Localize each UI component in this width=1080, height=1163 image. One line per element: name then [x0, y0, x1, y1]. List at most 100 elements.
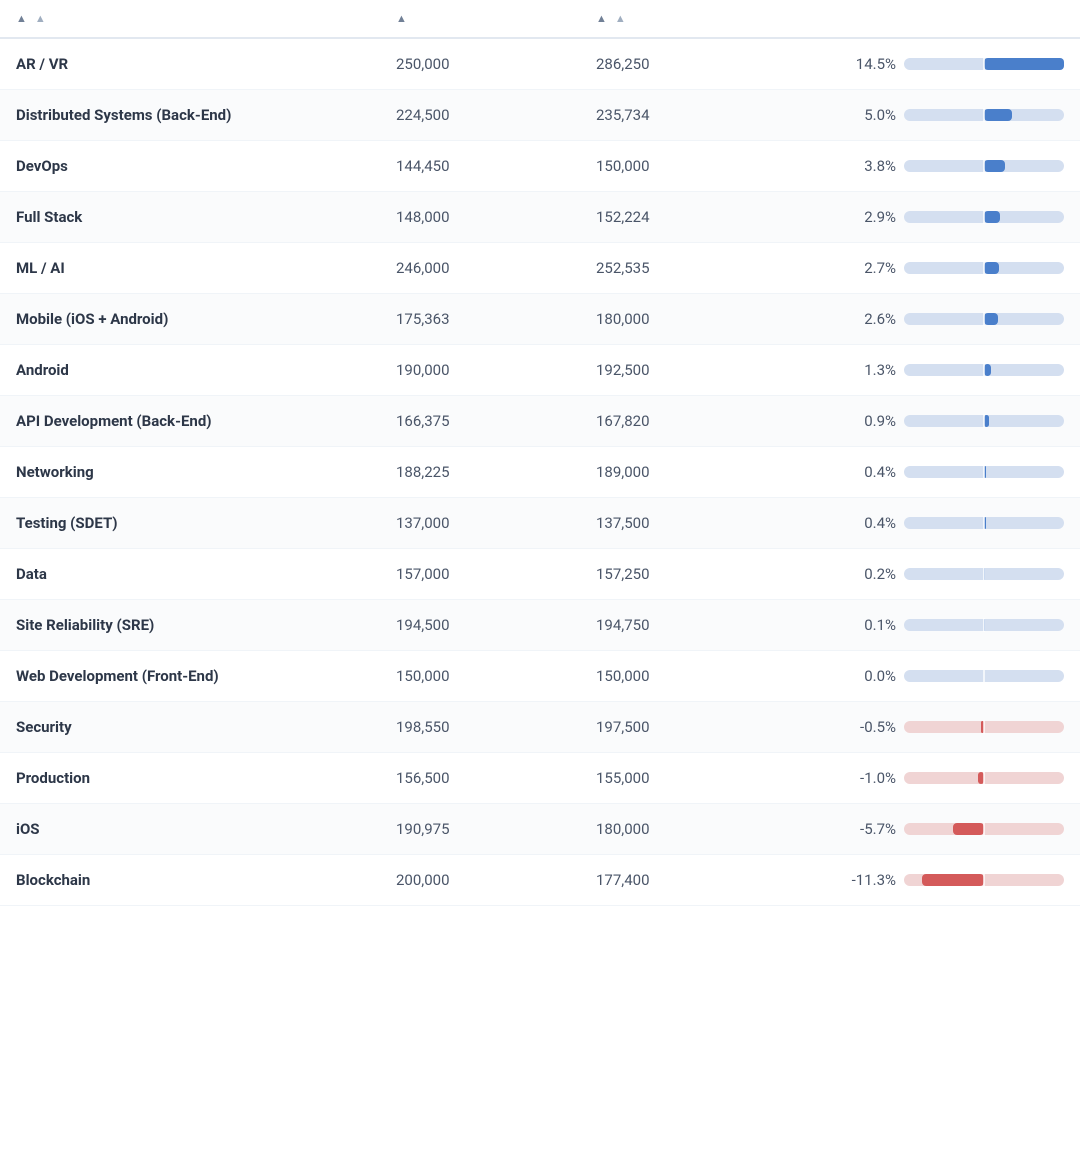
row-val2022: 198,550: [396, 718, 596, 736]
row-val2023: 252,535: [596, 259, 796, 277]
row-pct: 5.0%: [796, 106, 896, 124]
trend-fill: [984, 262, 999, 274]
trend-center-line: [983, 771, 985, 785]
row-val2022: 166,375: [396, 412, 596, 430]
sort-down-icon-2023: ▲: [615, 12, 626, 25]
trend-center-line: [983, 210, 985, 224]
table-row: ML / AI 246,000 252,535 2.7%: [0, 243, 1080, 294]
table-row: Production 156,500 155,000 -1.0%: [0, 753, 1080, 804]
trend-bar: [896, 820, 1064, 838]
row-val2022: 188,225: [396, 463, 596, 481]
trend-bar: [896, 514, 1064, 532]
row-val2022: 194,500: [396, 616, 596, 634]
row-name: Mobile (iOS + Android): [16, 310, 396, 328]
sort-up-icon-2023: ▲: [596, 12, 607, 25]
row-val2022: 156,500: [396, 769, 596, 787]
row-val2023: 137,500: [596, 514, 796, 532]
row-pct: 2.6%: [796, 310, 896, 328]
col-header-2022[interactable]: ▲: [396, 12, 596, 25]
trend-bar-wrapper: [904, 771, 1064, 785]
trend-center-line: [983, 57, 985, 71]
trend-bar-wrapper: [904, 567, 1064, 581]
row-val2023: 180,000: [596, 310, 796, 328]
trend-center-line: [983, 720, 985, 734]
trend-bar-wrapper: [904, 618, 1064, 632]
col-header-name[interactable]: ▲ ▲: [16, 12, 396, 25]
row-name: Web Development (Front-End): [16, 667, 396, 685]
trend-bar: [896, 769, 1064, 787]
row-val2023: 157,250: [596, 565, 796, 583]
row-name: Production: [16, 769, 396, 787]
row-pct: 0.4%: [796, 463, 896, 481]
trend-fill: [984, 364, 991, 376]
trend-fill: [984, 160, 1005, 172]
trend-center-line: [983, 261, 985, 275]
trend-bar-wrapper: [904, 312, 1064, 326]
row-val2023: 235,734: [596, 106, 796, 124]
table-row: Mobile (iOS + Android) 175,363 180,000 2…: [0, 294, 1080, 345]
row-val2023: 189,000: [596, 463, 796, 481]
row-val2022: 157,000: [396, 565, 596, 583]
trend-bar-wrapper: [904, 669, 1064, 683]
trend-bar: [896, 310, 1064, 328]
trend-fill: [953, 823, 984, 835]
trend-bar: [896, 667, 1064, 685]
trend-center-line: [983, 618, 985, 632]
trend-center-line: [983, 873, 985, 887]
row-pct: 1.3%: [796, 361, 896, 379]
trend-bar: [896, 259, 1064, 277]
row-pct: 0.2%: [796, 565, 896, 583]
trend-bar-wrapper: [904, 720, 1064, 734]
row-pct: -5.7%: [796, 820, 896, 838]
table-row: Distributed Systems (Back-End) 224,500 2…: [0, 90, 1080, 141]
row-name: iOS: [16, 820, 396, 838]
row-val2022: 224,500: [396, 106, 596, 124]
row-val2022: 200,000: [396, 871, 596, 889]
trend-center-line: [983, 669, 985, 683]
table-row: API Development (Back-End) 166,375 167,8…: [0, 396, 1080, 447]
table-row: Networking 188,225 189,000 0.4%: [0, 447, 1080, 498]
row-val2023: 286,250: [596, 55, 796, 73]
table-body: AR / VR 250,000 286,250 14.5% Distribute…: [0, 39, 1080, 906]
trend-bar: [896, 616, 1064, 634]
trend-fill: [984, 58, 1064, 70]
row-name: Networking: [16, 463, 396, 481]
row-name: ML / AI: [16, 259, 396, 277]
sort-down-icon: ▲: [35, 12, 46, 25]
col-header-2023[interactable]: ▲ ▲: [596, 12, 796, 25]
trend-bar-wrapper: [904, 57, 1064, 71]
table-row: Security 198,550 197,500 -0.5%: [0, 702, 1080, 753]
row-pct: 0.0%: [796, 667, 896, 685]
row-val2023: 155,000: [596, 769, 796, 787]
sort-up-icon-2022: ▲: [396, 12, 407, 25]
table-row: Web Development (Front-End) 150,000 150,…: [0, 651, 1080, 702]
row-val2023: 194,750: [596, 616, 796, 634]
row-name: DevOps: [16, 157, 396, 175]
row-name: API Development (Back-End): [16, 412, 396, 430]
trend-bar: [896, 157, 1064, 175]
table-row: Blockchain 200,000 177,400 -11.3%: [0, 855, 1080, 906]
row-pct: 14.5%: [796, 55, 896, 73]
trend-center-line: [983, 159, 985, 173]
row-name: Blockchain: [16, 871, 396, 889]
trend-bar: [896, 463, 1064, 481]
table-row: iOS 190,975 180,000 -5.7%: [0, 804, 1080, 855]
row-val2023: 152,224: [596, 208, 796, 226]
row-val2022: 175,363: [396, 310, 596, 328]
trend-center-line: [983, 465, 985, 479]
trend-bar: [896, 361, 1064, 379]
trend-bar-wrapper: [904, 210, 1064, 224]
trend-center-line: [983, 414, 985, 428]
trend-bar-wrapper: [904, 261, 1064, 275]
trend-center-line: [983, 822, 985, 836]
row-pct: 2.9%: [796, 208, 896, 226]
row-val2022: 150,000: [396, 667, 596, 685]
trend-bar: [896, 412, 1064, 430]
row-val2022: 148,000: [396, 208, 596, 226]
row-val2023: 197,500: [596, 718, 796, 736]
table-row: DevOps 144,450 150,000 3.8%: [0, 141, 1080, 192]
row-name: AR / VR: [16, 55, 396, 73]
trend-fill: [922, 874, 984, 886]
trend-bar-wrapper: [904, 363, 1064, 377]
trend-fill: [984, 313, 998, 325]
